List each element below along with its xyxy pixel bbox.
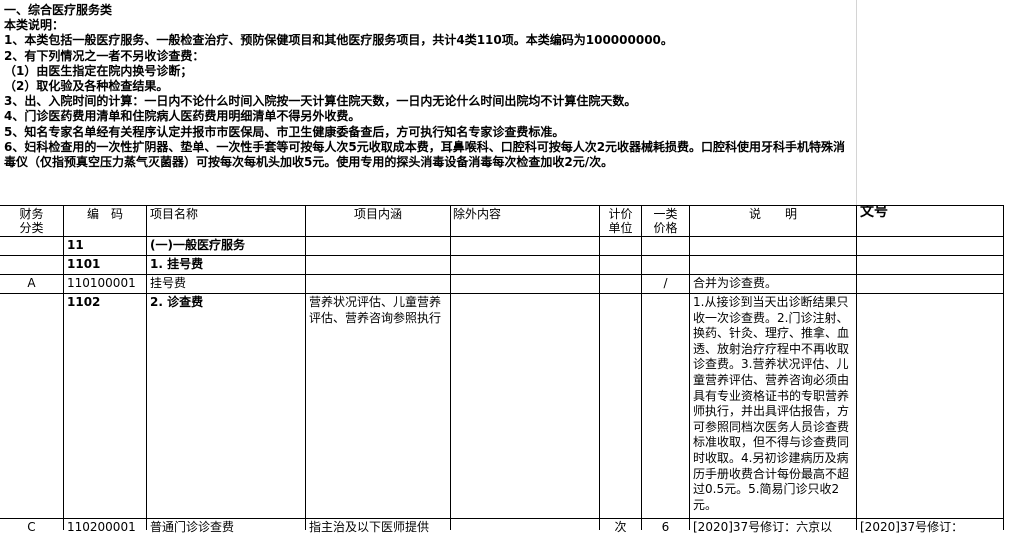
row-name: 挂号费 — [150, 276, 187, 290]
row-price: 6 — [661, 520, 670, 534]
row-code: 110200001 — [67, 520, 136, 534]
row-remarks: 1.从接诊到当天出诊断结果只收一次诊查费。2.门诊注射、换药、针灸、理疗、推拿、… — [693, 295, 850, 512]
table-border — [450, 205, 451, 530]
category-title: 一、综合医疗服务类 — [4, 3, 113, 17]
intro-line: 1、本类包括一般医疗服务、一般检查治疗、预防保健项目和其他医疗服务项目，共计4类… — [4, 33, 673, 48]
intro-line: 3、出、入院时间的计算：一日内不论什么时间入院按一天计算住院天数，一日内无论什么… — [4, 94, 637, 109]
table-border — [599, 205, 600, 530]
table-border — [305, 205, 306, 530]
row-code: 11 — [67, 238, 84, 252]
intro-paragraph: 6、妇科检查用的一次性扩阴器、垫单、一次性手套等可按每人次5元收取成本费，耳鼻喉… — [4, 139, 846, 170]
row-code: 1101 — [67, 257, 101, 271]
intro-line: 本类说明： — [4, 18, 65, 33]
table-border — [0, 255, 1004, 256]
table-border — [0, 205, 1004, 206]
header-document: 文号 — [860, 205, 888, 220]
table-border — [0, 293, 1004, 294]
table-border — [0, 274, 1004, 275]
header-price: 一类 价格 — [653, 207, 678, 235]
header-remarks: 说 明 — [748, 207, 797, 221]
header-name: 项目名称 — [150, 207, 199, 221]
header-unit: 计价 单位 — [608, 207, 633, 235]
table-border — [641, 205, 642, 530]
header-content: 项目内涵 — [353, 207, 402, 221]
gridline — [856, 0, 857, 206]
row-name: 2. 诊查费 — [150, 295, 204, 309]
category-description: 一、综合医疗服务类 本类说明： 1、本类包括一般医疗服务、一般检查治疗、预防保健… — [4, 3, 856, 170]
row-remarks: 合并为诊查费。 — [693, 276, 778, 290]
intro-line: （2）取化验及各种检查结果。 — [4, 79, 169, 94]
intro-line: 2、有下列情况之一者不另收诊查费： — [4, 48, 205, 63]
table-border — [63, 205, 64, 530]
row-name: (一)一般医疗服务 — [150, 238, 245, 252]
spreadsheet: 一、综合医疗服务类 本类说明： 1、本类包括一般医疗服务、一般检查治疗、预防保健… — [0, 0, 1016, 534]
row-unit: 次 — [614, 520, 627, 534]
intro-line: （1）由医生指定在院内换号诊断； — [4, 63, 193, 78]
header-category: 财务 分类 — [19, 207, 44, 235]
table-border — [689, 205, 690, 530]
table-border — [146, 205, 147, 530]
row-category: C — [27, 520, 36, 534]
table-border — [0, 518, 1004, 519]
row-remarks: [2020]37号修订：六京以 — [693, 520, 833, 534]
row-price: / — [663, 276, 668, 290]
table-border — [0, 236, 1004, 237]
row-content: 营养状况评估、儿童营养评估、营养咨询参照执行 — [309, 295, 442, 325]
row-document: [2020]37号修订： — [860, 520, 964, 534]
row-code: 110100001 — [67, 276, 136, 290]
header-excluded: 除外内容 — [453, 207, 502, 221]
row-name: 普通门诊诊查费 — [150, 520, 235, 534]
row-category: A — [27, 276, 36, 290]
row-content: 指主治及以下医师提供 — [309, 520, 430, 534]
table-border — [856, 205, 857, 530]
row-code: 1102 — [67, 295, 101, 309]
intro-line: 4、门诊医药费用清单和住院病人医药费用明细清单不得另外收费。 — [4, 109, 361, 124]
table-border — [1003, 205, 1004, 530]
intro-line: 5、知名专家名单经有关程序认定并报市市医保局、市卫生健康委备查后，方可执行知名专… — [4, 124, 565, 139]
header-code: 编 码 — [86, 207, 123, 221]
row-name: 1. 挂号费 — [150, 257, 204, 271]
